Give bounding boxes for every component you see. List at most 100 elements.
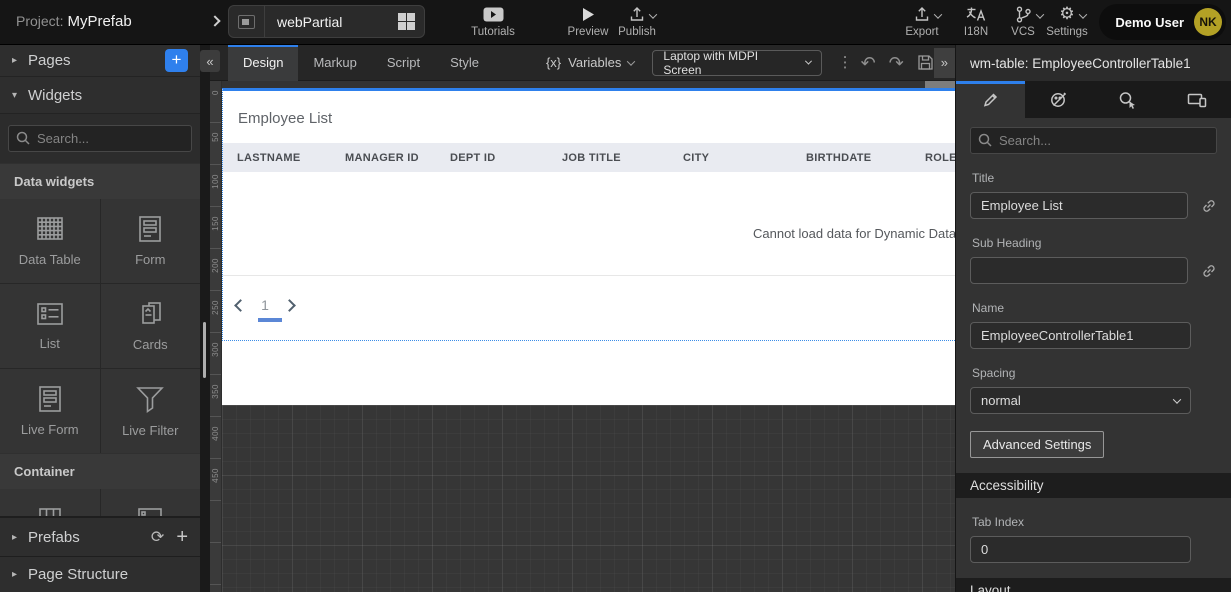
selected-widget-title: wm-table: EmployeeControllerTable1 — [956, 45, 1231, 81]
current-page-indicator — [258, 318, 282, 322]
name-field[interactable] — [970, 322, 1191, 349]
widget-tile-data-table[interactable]: Data Table — [0, 199, 100, 283]
column-header[interactable]: ROLE — [925, 152, 955, 164]
user-menu[interactable]: Demo User NK — [1099, 4, 1226, 40]
widget-tile-live-filter[interactable]: Live Filter — [101, 369, 201, 453]
cards-icon — [134, 300, 166, 328]
partial-tab-webpartial[interactable]: webPartial — [228, 5, 425, 38]
widgets-search-input[interactable] — [8, 125, 192, 152]
column-header[interactable]: DEPT ID — [450, 152, 562, 164]
top-bar: Project:MyPrefab webPartial Tutorials Pr… — [0, 0, 1231, 45]
tab-script[interactable]: Script — [372, 45, 435, 81]
bind-link-icon[interactable] — [1201, 198, 1217, 214]
devices-icon — [1187, 92, 1207, 108]
device-selector[interactable]: Laptop with MDPI Screen — [652, 50, 821, 76]
tab-events[interactable] — [1094, 81, 1163, 118]
data-table-icon — [34, 215, 66, 243]
column-header[interactable]: MANAGER ID — [345, 152, 450, 164]
canvas-toolbar: Design Markup Script Style {x} Variables… — [210, 45, 955, 81]
section-accessibility[interactable]: Accessibility — [956, 473, 1231, 498]
avatar: NK — [1194, 8, 1222, 36]
caret-down-icon — [934, 10, 942, 18]
main-area: ▸ Pages + ▾ Widgets Data widgets Data Ta… — [0, 45, 1231, 592]
tab-index-field[interactable] — [970, 536, 1191, 563]
settings-button[interactable]: ⚙ Settings — [1042, 5, 1092, 38]
layout-columns-icon — [34, 505, 66, 516]
palette-icon — [1050, 91, 1068, 108]
i18n-button[interactable]: I18N — [951, 5, 1001, 38]
column-header[interactable]: LASTNAME — [222, 152, 345, 164]
column-header[interactable]: JOB TITLE — [562, 152, 683, 164]
caret-down-icon — [627, 57, 635, 65]
previous-page-icon[interactable] — [234, 299, 247, 312]
widget-tile-cards[interactable]: Cards — [101, 284, 201, 368]
add-page-button[interactable]: + — [165, 49, 188, 72]
live-form-icon — [34, 385, 66, 413]
widget-tile-live-form[interactable]: Live Form — [0, 369, 100, 453]
more-options-icon[interactable]: ⋮ — [838, 58, 848, 68]
left-sidebar: ▸ Pages + ▾ Widgets Data widgets Data Ta… — [0, 45, 200, 592]
triangle-right-icon: ▸ — [12, 569, 28, 580]
table-error-message: Cannot load data for Dynamic Datata — [753, 226, 955, 241]
widget-tile-partial[interactable] — [0, 489, 100, 516]
widget-tile-list[interactable]: List — [0, 284, 100, 368]
translate-icon — [966, 5, 986, 23]
canvas-horizontal-scrollbar[interactable] — [925, 81, 955, 88]
preview-button[interactable]: Preview — [563, 5, 613, 38]
list-icon — [34, 301, 66, 327]
panel-icon — [134, 505, 166, 516]
properties-search-input[interactable] — [970, 127, 1217, 154]
triangle-right-icon: ▸ — [12, 55, 28, 66]
tab-properties[interactable] — [956, 81, 1025, 118]
column-header[interactable]: BIRTHDATE — [806, 152, 925, 164]
panel-expand-button[interactable]: » — [934, 48, 955, 78]
table-header-row: LASTNAME MANAGER ID DEPT ID JOB TITLE CI… — [222, 143, 955, 172]
properties-panel: wm-table: EmployeeControllerTable1 Title — [955, 45, 1231, 592]
tile-label: Cards — [133, 337, 168, 352]
gear-icon: ⚙ — [1059, 5, 1074, 23]
column-header[interactable]: CITY — [683, 152, 806, 164]
search-icon — [978, 133, 992, 147]
widget-tile-partial[interactable] — [101, 489, 201, 516]
bind-link-icon[interactable] — [1201, 263, 1217, 279]
tile-label: Live Filter — [122, 423, 178, 438]
tab-markup[interactable]: Markup — [298, 45, 371, 81]
tab-style[interactable]: Style — [435, 45, 494, 81]
tab-design[interactable]: Design — [228, 45, 298, 81]
publish-button[interactable]: Publish — [612, 5, 662, 38]
partial-icon — [238, 15, 255, 29]
widget-tile-form[interactable]: Form — [101, 199, 201, 283]
tab-devices[interactable] — [1162, 81, 1231, 118]
sidebar-section-pages[interactable]: ▸ Pages + — [0, 45, 200, 77]
grid-menu-icon[interactable] — [398, 13, 415, 30]
advanced-settings-button[interactable]: Advanced Settings — [970, 431, 1104, 458]
caret-down-icon — [649, 10, 657, 18]
section-layout[interactable]: Layout — [956, 578, 1231, 592]
sub-heading-field[interactable] — [970, 257, 1188, 284]
tab-styles[interactable] — [1025, 81, 1094, 118]
table-title[interactable]: Employee List — [238, 110, 332, 127]
tile-label: List — [40, 336, 60, 351]
field-label-name: Name — [972, 301, 1217, 315]
title-field[interactable] — [970, 192, 1188, 219]
export-button[interactable]: Export — [897, 5, 947, 38]
spacing-select[interactable]: normal — [970, 387, 1191, 414]
sidebar-scrollbar[interactable] — [203, 322, 206, 378]
variables-menu[interactable]: {x} Variables — [546, 55, 634, 70]
tutorials-button[interactable]: Tutorials — [468, 5, 518, 38]
sidebar-collapse-button[interactable]: « — [200, 50, 220, 72]
sidebar-section-prefabs[interactable]: ▸ Prefabs ⟳ + — [0, 516, 200, 556]
refresh-icon[interactable]: ⟳ — [151, 527, 164, 547]
upload-icon — [629, 5, 645, 23]
search-icon — [16, 131, 30, 145]
redo-icon[interactable]: ↷ — [889, 54, 904, 72]
current-page[interactable]: 1 — [253, 297, 277, 313]
sidebar-section-page-structure[interactable]: ▸ Page Structure — [0, 556, 200, 592]
sidebar-section-widgets[interactable]: ▾ Widgets — [0, 77, 200, 114]
vcs-button[interactable]: VCS — [998, 5, 1048, 38]
undo-icon[interactable]: ↶ — [861, 54, 876, 72]
next-page-icon[interactable] — [283, 299, 296, 312]
save-icon[interactable] — [917, 54, 934, 71]
add-prefab-icon[interactable]: + — [176, 526, 188, 549]
vertical-ruler: 0 50 100 150 200 250 300 350 400 450 — [210, 81, 222, 592]
